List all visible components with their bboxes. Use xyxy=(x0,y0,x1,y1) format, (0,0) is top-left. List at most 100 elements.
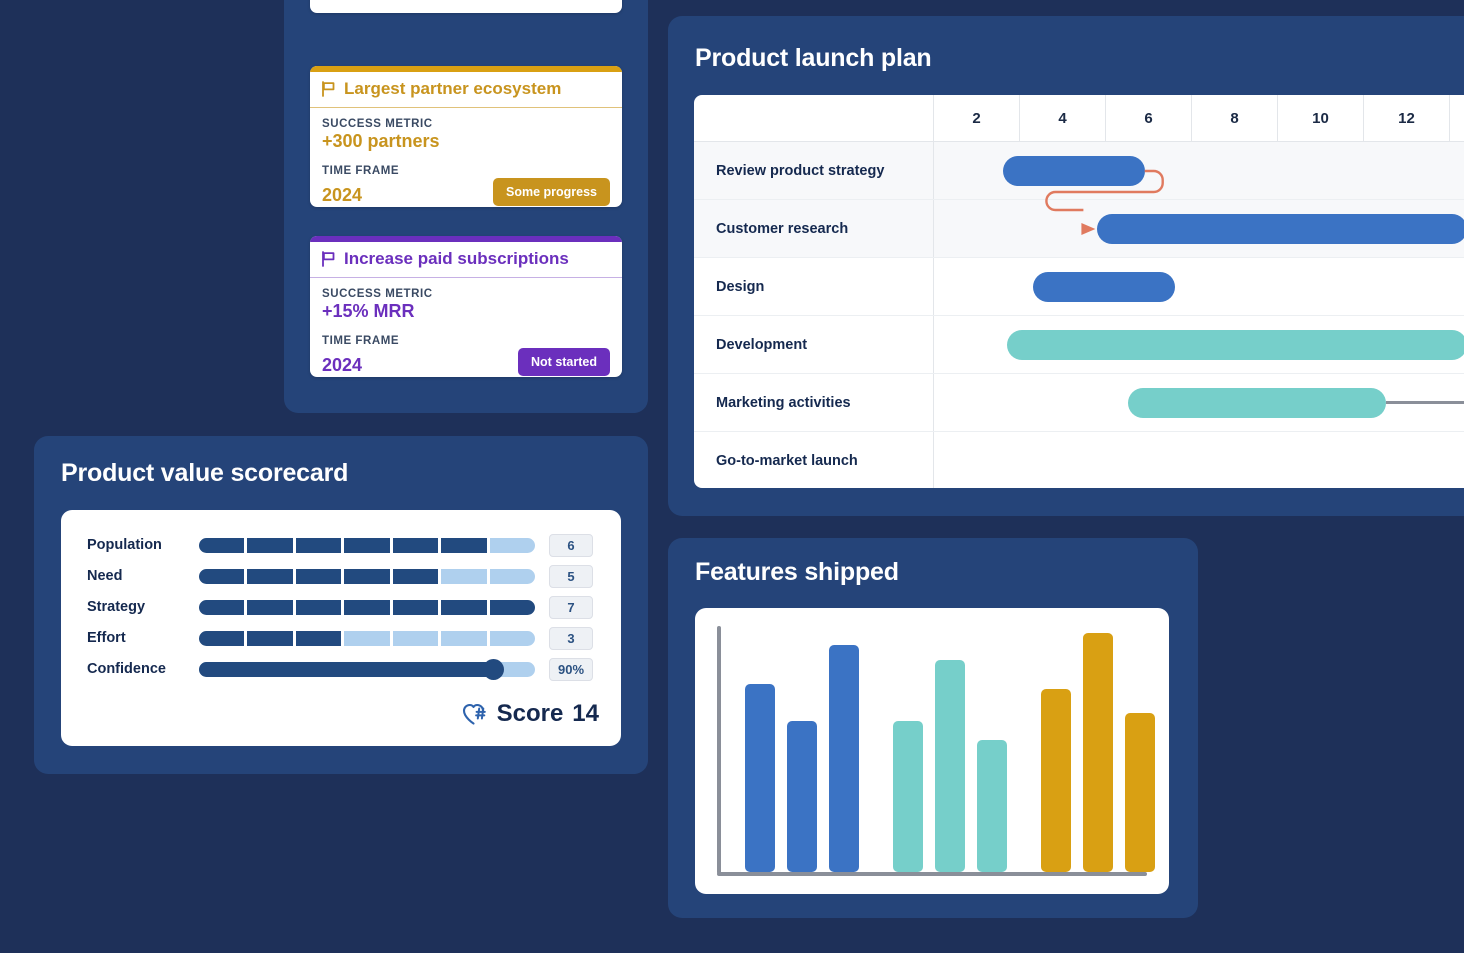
scorecard-segment[interactable] xyxy=(199,537,245,553)
gantt-bar[interactable] xyxy=(1097,214,1464,244)
scorecard-segment[interactable] xyxy=(489,630,535,646)
product-value-scorecard-panel: Product value scorecard Population 6 Need 5… xyxy=(34,436,648,774)
scorecard-segment[interactable] xyxy=(344,599,390,615)
scorecard-segment[interactable] xyxy=(295,537,342,553)
score-value: 14 xyxy=(572,700,599,727)
gantt-lane[interactable] xyxy=(934,258,1464,315)
scorecard-row-label: Confidence xyxy=(87,661,166,677)
gantt-row[interactable]: Review product strategy xyxy=(694,142,1464,200)
gantt-bar[interactable] xyxy=(1007,330,1464,360)
scorecard-segment[interactable] xyxy=(247,568,293,584)
goal-title: Increase paid subscriptions xyxy=(344,249,569,268)
gantt-bar[interactable] xyxy=(1032,272,1175,302)
scorecard-segment[interactable] xyxy=(344,568,390,584)
scorecard-segment-track[interactable] xyxy=(199,630,535,646)
gantt-row[interactable]: Design xyxy=(694,258,1464,316)
gantt-row[interactable]: Marketing activities xyxy=(694,374,1464,432)
metric-label: SUCCESS METRIC xyxy=(322,118,433,130)
scorecard-row: Need 5 xyxy=(87,564,599,588)
gantt-tick-label: 2 xyxy=(934,95,1020,141)
x-axis xyxy=(717,872,1147,876)
gantt-lane[interactable] xyxy=(934,432,1464,488)
scorecard-segment-track[interactable] xyxy=(199,599,535,615)
goal-card[interactable]: Largest partner ecosystem SUCCESS METRIC… xyxy=(310,66,622,207)
scorecard-segment[interactable] xyxy=(441,630,487,646)
metric-value: +300 partners xyxy=(322,131,440,151)
confidence-slider-knob[interactable] xyxy=(483,658,505,680)
scorecard-segment[interactable] xyxy=(489,537,535,553)
gantt-table: 2 4 6 8 10 12 Review product strategy Customer… xyxy=(694,95,1464,488)
scorecard-segment[interactable] xyxy=(295,630,342,646)
scorecard-segment[interactable] xyxy=(344,537,390,553)
scorecard-row-value[interactable]: 6 xyxy=(549,533,593,557)
confidence-slider[interactable] xyxy=(199,658,535,680)
scorecard-segment[interactable] xyxy=(441,537,487,553)
gantt-row[interactable]: Go-to-market launch xyxy=(694,432,1464,488)
gantt-lane[interactable] xyxy=(934,316,1464,373)
gantt-task-name: Go-to-market launch xyxy=(694,432,934,488)
features-bar[interactable] xyxy=(829,645,859,872)
scorecard-segment[interactable] xyxy=(441,599,487,615)
scorecard-segment[interactable] xyxy=(489,599,535,615)
scorecard-segment[interactable] xyxy=(199,630,245,646)
scorecard-segment[interactable] xyxy=(295,599,342,615)
gantt-lane[interactable] xyxy=(934,374,1464,431)
goal-card[interactable]: TIME FRAME 2024 On track xyxy=(310,0,622,13)
scorecard-segment[interactable] xyxy=(247,537,293,553)
status-badge[interactable]: Not started xyxy=(518,348,610,376)
gantt-bar[interactable] xyxy=(1127,388,1386,418)
product-launch-plan-panel: Product launch plan 2 4 6 8 10 12 Review prod… xyxy=(668,16,1464,516)
scorecard-segment[interactable] xyxy=(247,630,293,646)
gantt-row[interactable]: Development xyxy=(694,316,1464,374)
features-bar[interactable] xyxy=(787,721,817,872)
features-chart-card xyxy=(695,608,1169,894)
status-badge[interactable]: Some progress xyxy=(492,178,610,206)
gantt-bar[interactable] xyxy=(1002,156,1145,186)
scorecard-segment[interactable] xyxy=(392,537,439,553)
goal-title: Largest partner ecosystem xyxy=(344,79,562,98)
gantt-header-row: 2 4 6 8 10 12 xyxy=(694,95,1464,142)
features-bar[interactable] xyxy=(893,721,923,872)
heart-hash-icon xyxy=(462,702,488,726)
scorecard-row-value[interactable]: 90% xyxy=(549,657,593,681)
goal-title-row: Largest partner ecosystem xyxy=(310,72,622,108)
features-bar[interactable] xyxy=(1125,713,1155,872)
scorecard-segment[interactable] xyxy=(392,599,439,615)
scorecard-segment[interactable] xyxy=(247,599,293,615)
features-bar[interactable] xyxy=(745,684,775,872)
page-title: Product value scorecard xyxy=(61,459,349,487)
features-bar[interactable] xyxy=(935,660,965,872)
scorecard-segment[interactable] xyxy=(199,599,245,615)
scorecard-segment[interactable] xyxy=(489,568,535,584)
gantt-task-name: Marketing activities xyxy=(694,374,934,431)
timeframe-value: 2024 xyxy=(322,355,363,375)
scorecard-segment-track[interactable] xyxy=(199,537,535,553)
scorecard-segment-track[interactable] xyxy=(199,568,535,584)
scorecard-segment[interactable] xyxy=(392,630,439,646)
scorecard-segment[interactable] xyxy=(199,568,245,584)
scorecard-segment[interactable] xyxy=(295,568,342,584)
gantt-tick-label: 12 xyxy=(1364,95,1450,141)
scorecard-row-value[interactable]: 3 xyxy=(549,626,593,650)
gantt-lane[interactable] xyxy=(934,142,1464,199)
scorecard-row-value[interactable]: 7 xyxy=(549,595,593,619)
features-bar[interactable] xyxy=(1041,689,1071,872)
features-bar[interactable] xyxy=(1083,633,1113,872)
features-bar-chart xyxy=(717,626,1155,876)
gantt-task-name: Design xyxy=(694,258,934,315)
gantt-rows: Review product strategy Customer research… xyxy=(694,142,1464,488)
features-bar[interactable] xyxy=(977,740,1007,872)
scorecard-segment[interactable] xyxy=(392,568,439,584)
gantt-lane[interactable] xyxy=(934,200,1464,257)
scorecard-row-label: Need xyxy=(87,568,123,584)
goal-title-row: Increase paid subscriptions xyxy=(310,242,622,278)
scorecard-segment[interactable] xyxy=(344,630,390,646)
scorecard-row-value[interactable]: 5 xyxy=(549,564,593,588)
gantt-row[interactable]: Customer research xyxy=(694,200,1464,258)
scorecard-segment[interactable] xyxy=(441,568,487,584)
dashboard-canvas: TIME FRAME 2024 On track Largest partner… xyxy=(0,0,1464,953)
goals-panel: TIME FRAME 2024 On track Largest partner… xyxy=(284,0,648,413)
goal-card[interactable]: Increase paid subscriptions SUCCESS METR… xyxy=(310,236,622,377)
metric-label: SUCCESS METRIC xyxy=(322,288,433,300)
flag-icon xyxy=(321,251,336,267)
